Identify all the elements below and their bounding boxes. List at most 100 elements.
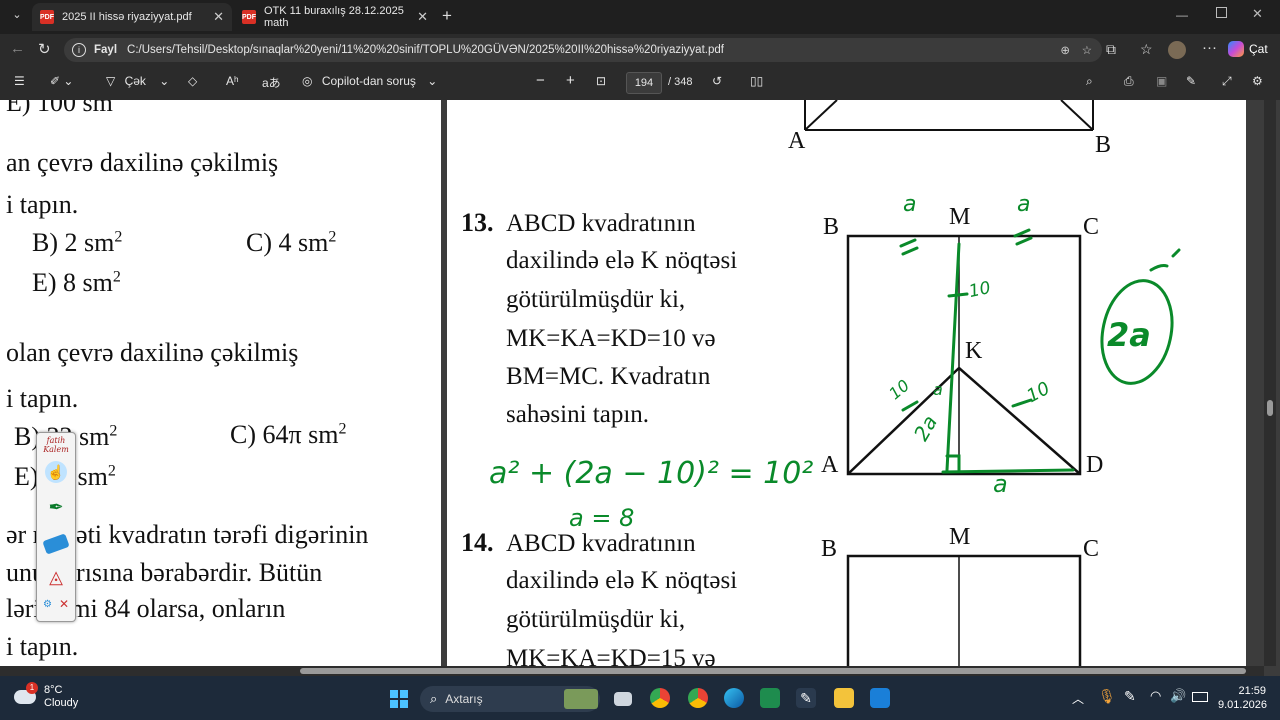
point-label: C bbox=[1083, 536, 1100, 562]
close-tab-icon[interactable]: ✕ bbox=[417, 9, 428, 25]
search-icon[interactable]: ⌕ bbox=[1086, 74, 1093, 89]
rotate-icon[interactable]: ↺ bbox=[712, 74, 722, 88]
tab-pdf-otk[interactable]: PDF OTK 11 buraxılış 28.12.2025 math ✕ bbox=[234, 3, 436, 31]
favorite-star-icon[interactable]: ☆ bbox=[1082, 43, 1092, 57]
search-icon: ⌕ bbox=[430, 691, 438, 706]
fullscreen-icon[interactable]: ⤢ bbox=[1222, 74, 1232, 89]
pen-icon[interactable]: ✒ bbox=[45, 497, 67, 519]
kalem-title: fatih Kalem bbox=[43, 436, 69, 454]
pdf-viewer[interactable]: E) 100 sm an çevrə daxilinə çəkilmiş i t… bbox=[0, 100, 1280, 676]
tab-pdf-riyaziyyat[interactable]: PDF 2025 II hissə riyaziyyat.pdf ✕ bbox=[32, 3, 232, 31]
copilot-icon: ◎ bbox=[302, 74, 313, 88]
volume-icon[interactable]: 🔊 bbox=[1170, 688, 1186, 704]
page-text: an çevrə daxilinə çəkilmiş bbox=[6, 148, 279, 177]
draw-icon: ▽ bbox=[106, 74, 116, 88]
scrollbar-thumb[interactable] bbox=[1267, 400, 1273, 416]
scrollbar-thumb[interactable] bbox=[300, 668, 1246, 674]
excel-icon[interactable] bbox=[760, 688, 780, 708]
save-icon[interactable]: ▣ bbox=[1156, 74, 1167, 88]
weather-widget[interactable]: 1 8°C Cloudy bbox=[14, 682, 79, 710]
edge-icon[interactable] bbox=[724, 688, 744, 708]
back-icon[interactable]: ← bbox=[10, 40, 25, 57]
reload-icon[interactable]: ↻ bbox=[38, 40, 51, 58]
address-input[interactable]: i Fayl C:/Users/Tehsil/Desktop/sınaqlar%… bbox=[64, 38, 1102, 62]
favorites-icon[interactable]: ☆ bbox=[1140, 41, 1153, 58]
contents-icon[interactable]: ☰ bbox=[14, 74, 25, 88]
temperature: 8°C bbox=[44, 684, 63, 696]
copilot-chat-button[interactable]: Çat bbox=[1228, 41, 1268, 57]
copilot-ask-button[interactable]: ◎ Copilot-dan soruş ⌄ bbox=[302, 74, 437, 88]
maximize-window-button[interactable] bbox=[1216, 7, 1227, 18]
tab-title: 2025 II hissə riyaziyyat.pdf bbox=[62, 11, 192, 23]
close-tab-icon[interactable]: ✕ bbox=[213, 9, 224, 25]
weather-condition: Cloudy bbox=[44, 697, 79, 709]
translate-button[interactable]: aあ bbox=[262, 74, 281, 91]
vertical-scrollbar[interactable] bbox=[1264, 100, 1276, 666]
chrome-icon[interactable] bbox=[650, 688, 670, 708]
answer-option: C) 4 sm2 bbox=[246, 228, 337, 257]
copilot-ask-label: Copilot-dan soruş bbox=[321, 74, 416, 88]
draw-button[interactable]: ▽ Çək ⌄ bbox=[106, 74, 169, 88]
info-icon[interactable]: i bbox=[72, 43, 86, 57]
cloud-icon: 1 bbox=[14, 682, 38, 704]
minimize-window-button[interactable]: — bbox=[1176, 8, 1188, 22]
extensions-icon[interactable]: ⧉ bbox=[1106, 41, 1116, 58]
chevron-down-icon: ⌄ bbox=[427, 74, 438, 88]
chrome-profile-icon[interactable] bbox=[688, 688, 708, 708]
read-aloud-button[interactable]: Aʰ bbox=[226, 74, 239, 88]
date: 9.01.2026 bbox=[1218, 699, 1267, 711]
page-total: / 348 bbox=[668, 76, 693, 88]
draw-label: Çək bbox=[124, 74, 146, 88]
wifi-icon[interactable]: ◠ bbox=[1150, 688, 1161, 704]
answer-option: E) 8 sm2 bbox=[32, 268, 121, 297]
point-label: M bbox=[949, 524, 971, 550]
copilot-icon bbox=[1228, 41, 1244, 57]
highlight-icon[interactable]: ✐ ⌄ bbox=[50, 74, 73, 88]
windows-taskbar: 1 8°C Cloudy ⌕ Axtarış ✎ ︿ 🎙 ✎ ◠ 🔊 21:59… bbox=[0, 676, 1280, 720]
weather-badge: 1 bbox=[26, 682, 38, 694]
pointer-hand-icon[interactable]: ☝ bbox=[45, 461, 67, 483]
horizontal-scrollbar[interactable] bbox=[0, 666, 1264, 676]
kalem-settings-icon[interactable]: ⚙ bbox=[43, 599, 52, 610]
copilot-chat-label: Çat bbox=[1249, 42, 1268, 56]
save-as-icon[interactable]: ✎ bbox=[1186, 74, 1196, 88]
clock[interactable]: 21:59 9.01.2026 bbox=[1218, 684, 1267, 712]
more-menu-icon[interactable]: ··· bbox=[1202, 39, 1217, 56]
pdf-file-icon: PDF bbox=[40, 10, 54, 24]
fit-page-icon[interactable]: ⊡ bbox=[596, 74, 606, 88]
task-view-icon[interactable] bbox=[614, 692, 632, 706]
profile-avatar[interactable] bbox=[1168, 41, 1186, 59]
page-text: i tapın. bbox=[6, 632, 79, 661]
settings-gear-icon[interactable]: ⚙ bbox=[1252, 74, 1263, 88]
erase-icon[interactable]: ◇ bbox=[188, 74, 197, 88]
new-tab-button[interactable]: + bbox=[442, 6, 452, 26]
chevron-down-icon: ⌄ bbox=[159, 74, 170, 88]
kalem-close-icon[interactable]: ✕ bbox=[59, 597, 69, 611]
page-number-input[interactable]: 194 bbox=[626, 72, 662, 94]
zoom-in-button[interactable]: + bbox=[566, 72, 575, 89]
app-icon[interactable] bbox=[870, 688, 890, 708]
microphone-icon[interactable]: 🎙 bbox=[1098, 688, 1116, 705]
fatih-kalem-toolbar[interactable]: fatih Kalem ☝ ✒ ◬ ⚙ ✕ bbox=[36, 432, 76, 622]
pen-app-icon[interactable]: ✎ bbox=[796, 688, 816, 708]
start-button[interactable] bbox=[390, 690, 408, 708]
tab-strip: ⌄ PDF 2025 II hissə riyaziyyat.pdf ✕ PDF… bbox=[0, 0, 1280, 34]
battery-icon[interactable] bbox=[1192, 692, 1208, 702]
scheme-label: Fayl bbox=[94, 44, 118, 56]
time: 21:59 bbox=[1238, 685, 1266, 697]
eraser-icon[interactable] bbox=[42, 533, 70, 555]
print-icon[interactable]: ⎙ bbox=[1124, 74, 1134, 89]
shapes-icon[interactable]: ◬ bbox=[45, 567, 67, 589]
tab-list-menu-button[interactable]: ⌄ bbox=[8, 8, 26, 26]
point-label: B bbox=[821, 536, 838, 562]
taskbar-search[interactable]: ⌕ Axtarış bbox=[420, 686, 600, 712]
show-hidden-icons[interactable]: ︿ bbox=[1072, 690, 1084, 707]
square-figure-14 bbox=[846, 554, 1082, 666]
page-text: olan çevrə daxilinə çəkilmiş bbox=[6, 338, 299, 367]
file-explorer-icon[interactable] bbox=[834, 688, 854, 708]
pen-menu-icon[interactable]: ✎ bbox=[1124, 688, 1136, 705]
page-view-icon[interactable]: ▯▯ bbox=[750, 74, 763, 88]
zoom-out-button[interactable]: − bbox=[536, 72, 545, 89]
zoom-icon[interactable]: ⊕ bbox=[1060, 43, 1070, 57]
close-window-button[interactable]: ✕ bbox=[1252, 6, 1263, 22]
